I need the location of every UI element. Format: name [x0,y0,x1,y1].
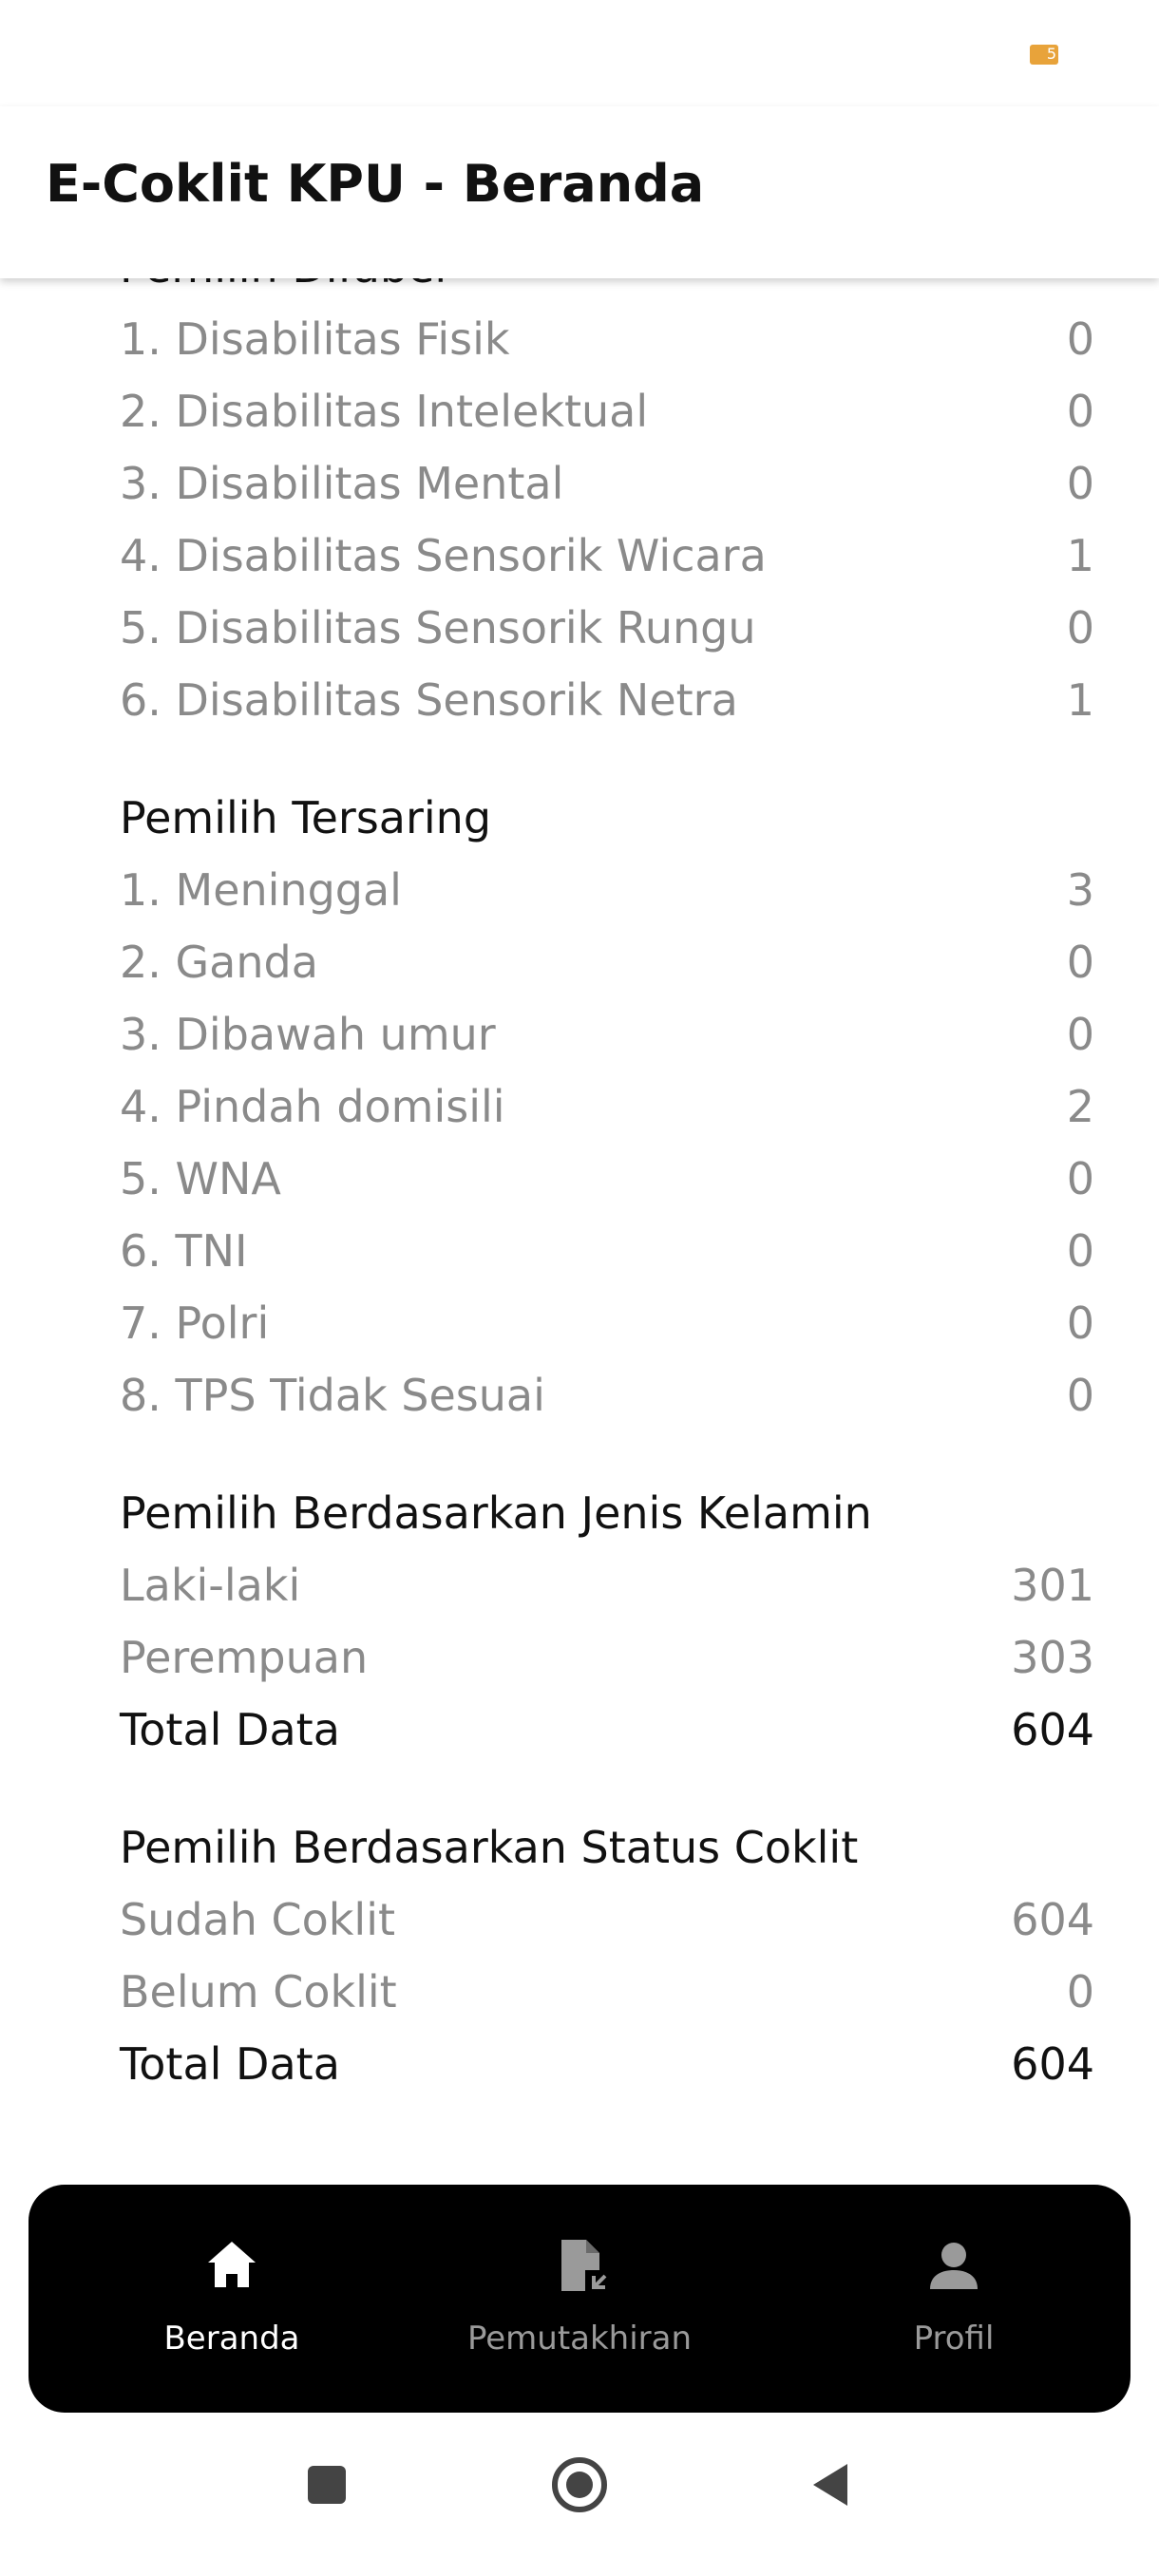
row-value: 0 [1066,1370,1094,1421]
person-icon [930,2243,978,2289]
row-label: 7. Polri [120,1297,270,1349]
total-label: Total Data [120,2038,340,2090]
row-label: 5. WNA [120,1153,281,1204]
list-item: 4. Disabilitas Sensorik Wicara 1 [120,520,1094,592]
row-label: 4. Disabilitas Sensorik Wicara [120,530,767,581]
home-button[interactable] [522,2432,636,2576]
nav-item-beranda[interactable]: Beranda [89,2185,374,2413]
total-label: Total Data [120,1704,340,1755]
home-icon [208,2242,256,2287]
file-update-icon [561,2240,608,2293]
section-title: Pemilih Berdasarkan Status Coklit [120,1822,859,1873]
battery-level: 5 [1046,45,1056,63]
status-bar: 5 [0,0,1159,106]
content-scroll-area[interactable]: Pemilih Difabel 1. Disabilitas Fisik 0 2… [0,278,1159,2169]
square-icon [308,2466,346,2504]
list-item: 2. Disabilitas Intelektual 0 [120,375,1094,447]
total-row: Total Data 604 [120,1694,1094,1766]
row-value: 2 [1066,1081,1094,1132]
row-label: 1. Disabilitas Fisik [120,313,510,365]
nav-label: Pemutakhiran [466,2320,693,2358]
row-value: 303 [1011,1632,1094,1683]
list-item: 1. Disabilitas Fisik 0 [120,303,1094,375]
list-item: 7. Polri 0 [120,1287,1094,1359]
list-item: 5. WNA 0 [120,1143,1094,1215]
row-value: 1 [1066,530,1094,581]
section-pemilih-tersaring: Pemilih Tersaring 1. Meninggal 3 2. Gand… [120,782,1094,1431]
list-item: Perempuan 303 [120,1621,1094,1694]
row-value: 0 [1066,1225,1094,1277]
row-value: 0 [1066,602,1094,653]
row-value: 0 [1066,313,1094,365]
row-label: Belum Coklit [120,1966,397,2017]
row-label: Perempuan [120,1632,369,1683]
row-value: 1 [1066,674,1094,726]
circle-icon [552,2457,607,2512]
battery-icon: 5 [1030,45,1058,65]
content-inner: Pemilih Difabel 1. Disabilitas Fisik 0 2… [0,278,1159,2100]
list-item: 5. Disabilitas Sensorik Rungu 0 [120,592,1094,664]
row-value: 0 [1066,386,1094,437]
row-value: 0 [1066,1297,1094,1349]
list-item: Laki-laki 301 [120,1549,1094,1621]
system-navigation-bar [0,2432,1159,2576]
list-item: 3. Dibawah umur 0 [120,998,1094,1070]
row-value: 0 [1066,1153,1094,1204]
row-value: 604 [1011,1894,1094,1945]
row-value: 3 [1066,864,1094,916]
list-item: 6. TNI 0 [120,1215,1094,1287]
section-jenis-kelamin: Pemilih Berdasarkan Jenis Kelamin Laki-l… [120,1477,1094,1766]
section-title: Pemilih Berdasarkan Jenis Kelamin [120,1487,872,1539]
row-label: 5. Disabilitas Sensorik Rungu [120,602,756,653]
total-row: Total Data 604 [120,2028,1094,2100]
list-item: 8. TPS Tidak Sesuai 0 [120,1359,1094,1431]
list-item: 4. Pindah domisili 2 [120,1070,1094,1143]
recent-apps-button[interactable] [270,2432,384,2576]
list-item: 2. Ganda 0 [120,926,1094,998]
list-item: Sudah Coklit 604 [120,1884,1094,1956]
row-label: Sudah Coklit [120,1894,396,1945]
row-label: 1. Meninggal [120,864,402,916]
list-item: 6. Disabilitas Sensorik Netra 1 [120,664,1094,736]
section-title: Pemilih Difabel [120,278,1094,303]
section-pemilih-difabel: Pemilih Difabel 1. Disabilitas Fisik 0 2… [120,278,1094,736]
nav-item-profil[interactable]: Profil [811,2185,1096,2413]
page-title: E-Coklit KPU - Beranda [46,154,705,214]
row-label: 3. Dibawah umur [120,1009,496,1060]
row-label: 2. Disabilitas Intelektual [120,386,649,437]
list-item: Belum Coklit 0 [120,1956,1094,2028]
total-value: 604 [1011,1704,1094,1755]
row-value: 0 [1066,1009,1094,1060]
nav-label: Profil [913,2320,995,2358]
row-label: 6. TNI [120,1225,248,1277]
row-label: 4. Pindah domisili [120,1081,505,1132]
app-bar: E-Coklit KPU - Beranda [0,106,1159,278]
row-label: 6. Disabilitas Sensorik Netra [120,674,738,726]
list-item: 3. Disabilitas Mental 0 [120,447,1094,520]
row-value: 0 [1066,1966,1094,2017]
row-value: 0 [1066,937,1094,988]
row-value: 301 [1011,1560,1094,1611]
back-triangle-icon [813,2464,847,2506]
row-label: 8. TPS Tidak Sesuai [120,1370,545,1421]
row-label: Laki-laki [120,1560,301,1611]
section-title: Pemilih Tersaring [120,792,492,843]
back-button[interactable] [775,2432,889,2576]
list-item: 1. Meninggal 3 [120,854,1094,926]
row-label: 2. Ganda [120,937,318,988]
nav-label: Beranda [163,2320,300,2358]
row-value: 0 [1066,458,1094,509]
section-status-coklit: Pemilih Berdasarkan Status Coklit Sudah … [120,1811,1094,2100]
total-value: 604 [1011,2038,1094,2090]
row-label: 3. Disabilitas Mental [120,458,564,509]
bottom-navigation: Beranda Pemutakhiran Profil [28,2185,1130,2413]
nav-item-pemutakhiran[interactable]: Pemutakhiran [437,2185,722,2413]
